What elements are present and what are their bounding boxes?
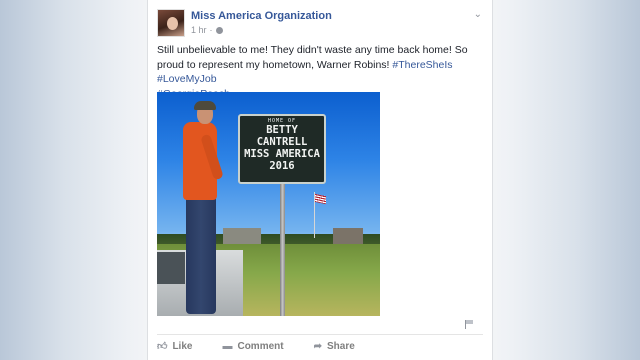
sign-post <box>280 184 285 316</box>
background-building <box>223 228 261 244</box>
chevron-down-icon[interactable]: ⌄ <box>474 9 482 20</box>
us-flag <box>315 193 326 205</box>
sign-line-miss-america: MISS AMERICA <box>244 148 320 160</box>
sign-line-betty: BETTY <box>266 124 298 136</box>
sign-line-cantrell: CANTRELL <box>256 136 308 148</box>
share-button[interactable]: ➦ Share <box>314 340 355 352</box>
share-label: Share <box>326 340 355 352</box>
post-actions: 👍︎ Like ▬ Comment ➦ Share <box>157 340 355 353</box>
page-avatar[interactable] <box>157 9 185 37</box>
post-time[interactable]: 1 hr <box>191 25 207 35</box>
background-building <box>333 228 363 244</box>
post-photo[interactable]: HOME OF BETTY CANTRELL MISS AMERICA 2016 <box>157 92 380 316</box>
hashtag-link[interactable]: #ThereSheIs <box>392 59 452 71</box>
road-sign: HOME OF BETTY CANTRELL MISS AMERICA 2016 <box>238 114 326 184</box>
facebook-post-card: Miss America Organization 1 hr · ⌄ Still… <box>147 0 493 360</box>
comment-button[interactable]: ▬ Comment <box>222 340 283 352</box>
sign-line-year: 2016 <box>269 160 295 172</box>
hashtag-link[interactable]: #LoveMyJob <box>157 73 217 85</box>
worker-legs <box>186 196 216 314</box>
globe-icon <box>215 26 223 34</box>
flag-icon[interactable] <box>465 320 474 329</box>
divider <box>157 334 483 335</box>
worker-cap <box>194 101 216 110</box>
like-label: Like <box>172 340 193 352</box>
post-meta: 1 hr · <box>191 25 223 35</box>
comment-label: Comment <box>237 340 284 352</box>
comment-icon: ▬ <box>222 340 233 352</box>
thumbs-up-icon: 👍︎ <box>157 341 168 352</box>
share-arrow-icon: ➦ <box>313 340 322 352</box>
like-button[interactable]: 👍︎ Like <box>157 340 193 353</box>
truck-window <box>157 252 185 284</box>
page-name-link[interactable]: Miss America Organization <box>191 10 332 22</box>
